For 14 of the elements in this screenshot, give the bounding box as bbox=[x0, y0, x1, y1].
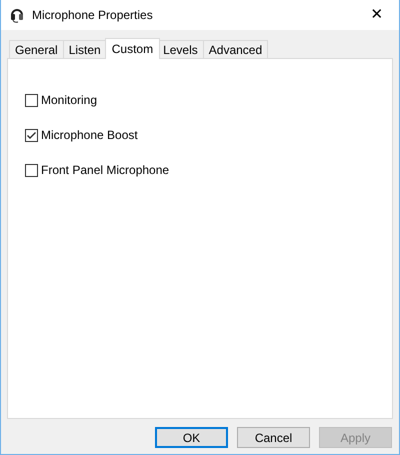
window-title: Microphone Properties bbox=[32, 7, 153, 24]
checkbox[interactable] bbox=[25, 128, 38, 142]
checkbox[interactable] bbox=[25, 164, 38, 176]
dialog-button[interactable]: OK bbox=[155, 427, 228, 448]
tab[interactable]: Custom bbox=[104, 38, 160, 59]
checkbox-label: Front Panel Microphone bbox=[41, 162, 170, 179]
checkbox[interactable] bbox=[25, 94, 38, 106]
tab[interactable]: General bbox=[9, 40, 64, 58]
checkbox-label: Monitoring bbox=[41, 92, 98, 109]
headset-icon bbox=[10, 6, 24, 24]
dialog-button[interactable]: Cancel bbox=[237, 427, 310, 448]
checkbox-label: Microphone Boost bbox=[41, 127, 138, 144]
close-button[interactable]: ✕ bbox=[355, 0, 399, 30]
tab[interactable]: Advanced bbox=[202, 40, 268, 58]
